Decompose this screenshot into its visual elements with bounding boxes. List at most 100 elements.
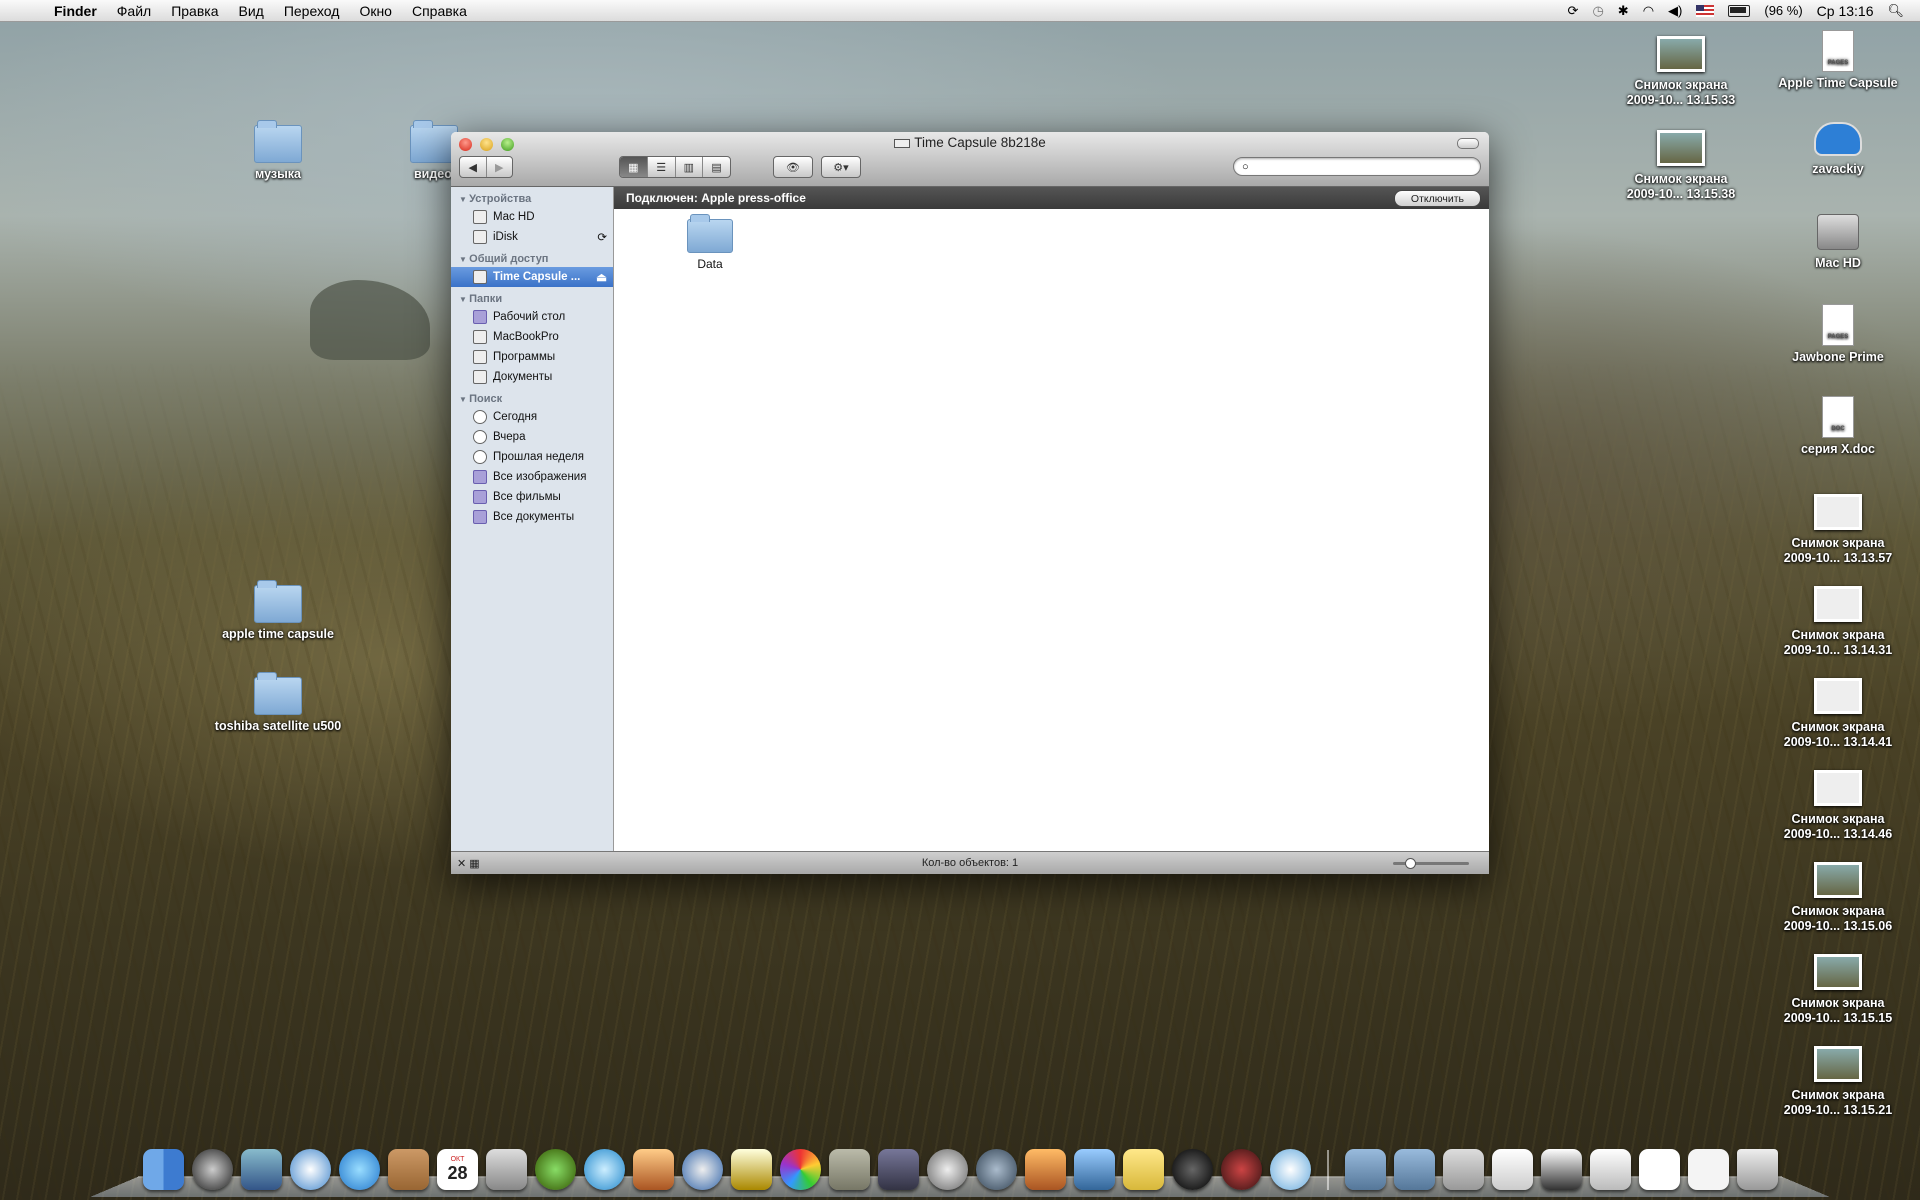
menu-clock[interactable]: Ср 13:16 bbox=[1817, 3, 1874, 19]
eject-icon[interactable]: ⏏ bbox=[596, 270, 607, 284]
sidebar-section-shared[interactable]: Общий доступ bbox=[451, 247, 613, 267]
sidebar-item-desktop[interactable]: Рабочий стол bbox=[451, 307, 613, 327]
menu-view[interactable]: Вид bbox=[239, 3, 264, 19]
quicklook-eye-button[interactable]: 👁 bbox=[774, 157, 812, 177]
sidebar-item-all-images[interactable]: Все изображения bbox=[451, 467, 613, 487]
dock-finder-icon[interactable] bbox=[143, 1149, 184, 1190]
battery-icon[interactable] bbox=[1728, 4, 1751, 17]
dock-dvd-icon[interactable] bbox=[1172, 1149, 1213, 1190]
desktop-screenshot-1[interactable]: Снимок экрана 2009-10... 13.15.33 bbox=[1616, 36, 1746, 108]
search-field[interactable]: ○ bbox=[1233, 157, 1481, 176]
dock-ichat-icon[interactable] bbox=[339, 1149, 380, 1190]
dock-documents-stack-icon[interactable] bbox=[1345, 1149, 1386, 1190]
battery-percent[interactable]: (96 %) bbox=[1764, 3, 1802, 18]
dock-picasa-icon[interactable] bbox=[780, 1149, 821, 1190]
sidebar-item-yesterday[interactable]: Вчера bbox=[451, 427, 613, 447]
dock-dashboard-icon[interactable] bbox=[192, 1149, 233, 1190]
desktop-screenshot-9[interactable]: Снимок экрана 2009-10... 13.15.21 bbox=[1773, 1046, 1903, 1118]
dock-numbers-icon[interactable] bbox=[1074, 1149, 1115, 1190]
sidebar-item-idisk[interactable]: iDisk ⟳ bbox=[451, 227, 613, 247]
list-view-button[interactable]: ☰ bbox=[648, 157, 676, 177]
desktop-doc-jawbone[interactable]: PAGES Jawbone Prime bbox=[1773, 304, 1903, 365]
dock-script-editor-icon[interactable] bbox=[976, 1149, 1017, 1190]
dock-imovie-icon[interactable] bbox=[731, 1149, 772, 1190]
desktop-folder-apple-time-capsule[interactable]: apple time capsule bbox=[213, 580, 343, 642]
dock-adium-icon[interactable] bbox=[535, 1149, 576, 1190]
menu-edit[interactable]: Правка bbox=[171, 3, 218, 19]
desktop-screenshot-7[interactable]: Снимок экрана 2009-10... 13.15.06 bbox=[1773, 862, 1903, 934]
dock-ical-icon[interactable]: ОКТ 28 bbox=[437, 1149, 478, 1190]
desktop-mac-hd[interactable]: Mac HD bbox=[1773, 212, 1903, 271]
sidebar-item-all-documents[interactable]: Все документы bbox=[451, 507, 613, 527]
desktop-folder-toshiba[interactable]: toshiba satellite u500 bbox=[213, 672, 343, 734]
sidebar-item-mac-hd[interactable]: Mac HD bbox=[451, 207, 613, 227]
dock-minimized-window-1[interactable] bbox=[1443, 1149, 1484, 1190]
dock-stickies-icon[interactable] bbox=[1123, 1149, 1164, 1190]
coverflow-view-button[interactable]: ▤ bbox=[703, 157, 730, 177]
disconnect-button[interactable]: Отключить bbox=[1393, 190, 1481, 207]
sidebar-item-documents[interactable]: Документы bbox=[451, 367, 613, 387]
toolbar-toggle-button[interactable] bbox=[1457, 138, 1479, 149]
sync-icon[interactable]: ⟳ bbox=[597, 230, 607, 244]
desktop-folder-music[interactable]: музыка bbox=[213, 120, 343, 182]
menu-help[interactable]: Справка bbox=[412, 3, 467, 19]
icon-size-slider[interactable] bbox=[1393, 858, 1469, 869]
sidebar-resize-icon[interactable]: ✕ ▦ bbox=[457, 857, 480, 870]
desktop-screenshot-2[interactable]: Снимок экрана 2009-10... 13.15.38 bbox=[1616, 130, 1746, 202]
sidebar-section-devices[interactable]: Устройства bbox=[451, 187, 613, 207]
file-item-data[interactable]: Data bbox=[670, 214, 750, 271]
desktop-screenshot-6[interactable]: Снимок экрана 2009-10... 13.14.46 bbox=[1773, 770, 1903, 842]
volume-icon[interactable]: ◀) bbox=[1668, 3, 1682, 19]
desktop-idisk-zavackiy[interactable]: zavackiy bbox=[1773, 118, 1903, 177]
dock-keynote-icon[interactable] bbox=[1025, 1149, 1066, 1190]
dock-itunes-icon[interactable] bbox=[584, 1149, 625, 1190]
sidebar-item-time-capsule[interactable]: Time Capsule ... ⏏ bbox=[451, 267, 613, 287]
dock-document-icon-1[interactable] bbox=[1639, 1149, 1680, 1190]
sidebar-section-search[interactable]: Поиск bbox=[451, 387, 613, 407]
icon-view-button[interactable]: ▦ bbox=[620, 157, 648, 177]
desktop-screenshot-8[interactable]: Снимок экрана 2009-10... 13.15.15 bbox=[1773, 954, 1903, 1026]
dock-document-icon-2[interactable] bbox=[1688, 1149, 1729, 1190]
menu-finder[interactable]: Finder bbox=[54, 3, 97, 19]
dock-address-book-icon[interactable] bbox=[388, 1149, 429, 1190]
dock-instruments-icon[interactable] bbox=[1221, 1149, 1262, 1190]
dock-iweb-icon[interactable] bbox=[829, 1149, 870, 1190]
desktop-folder-video[interactable]: видео bbox=[370, 120, 460, 182]
wifi-icon[interactable]: ◠ bbox=[1643, 3, 1654, 19]
desktop-doc-apple-time-capsule[interactable]: PAGES Apple Time Capsule bbox=[1773, 30, 1903, 91]
desktop-screenshot-5[interactable]: Снимок экрана 2009-10... 13.14.41 bbox=[1773, 678, 1903, 750]
search-input[interactable] bbox=[1248, 159, 1480, 174]
sidebar-item-past-week[interactable]: Прошлая неделя bbox=[451, 447, 613, 467]
menu-go[interactable]: Переход bbox=[284, 3, 340, 19]
sidebar-item-today[interactable]: Сегодня bbox=[451, 407, 613, 427]
dock-downloads-stack-icon[interactable] bbox=[1394, 1149, 1435, 1190]
desktop-doc-series-x[interactable]: DOC серия X.doc bbox=[1773, 396, 1903, 457]
dock-minimized-window-2[interactable] bbox=[1492, 1149, 1533, 1190]
dock-preview-icon[interactable] bbox=[486, 1149, 527, 1190]
dock-spaces-icon[interactable] bbox=[878, 1149, 919, 1190]
dock-minimized-window-4[interactable] bbox=[1590, 1149, 1631, 1190]
time-machine-icon[interactable]: ◷ bbox=[1592, 3, 1603, 19]
dock-system-preferences-icon[interactable] bbox=[927, 1149, 968, 1190]
dock-trash-icon[interactable] bbox=[1737, 1149, 1778, 1190]
dock-minimized-window-3[interactable] bbox=[1541, 1149, 1582, 1190]
action-gear-button[interactable]: ⚙▾ bbox=[822, 157, 860, 177]
sidebar-item-all-movies[interactable]: Все фильмы bbox=[451, 487, 613, 507]
sidebar-item-home[interactable]: MacBookPro bbox=[451, 327, 613, 347]
dock-dvd-player-icon[interactable] bbox=[682, 1149, 723, 1190]
dock-mail-icon[interactable] bbox=[241, 1149, 282, 1190]
sidebar-section-places[interactable]: Папки bbox=[451, 287, 613, 307]
sync-icon[interactable]: ⟳ bbox=[1568, 3, 1579, 19]
back-button[interactable]: ◀ bbox=[460, 157, 487, 177]
desktop-screenshot-3[interactable]: Снимок экрана 2009-10... 13.13.57 bbox=[1773, 494, 1903, 566]
spotlight-icon[interactable]: 🔍︎ bbox=[1887, 3, 1904, 19]
forward-button[interactable]: ▶ bbox=[487, 157, 513, 177]
menu-file[interactable]: Файл bbox=[117, 3, 151, 19]
menu-window[interactable]: Окно bbox=[359, 3, 392, 19]
desktop-screenshot-4[interactable]: Снимок экрана 2009-10... 13.14.31 bbox=[1773, 586, 1903, 658]
dock-iphoto-icon[interactable] bbox=[633, 1149, 674, 1190]
dock-airport-icon[interactable] bbox=[1270, 1149, 1311, 1190]
input-source-flag-icon[interactable] bbox=[1696, 4, 1715, 17]
dock-safari-icon[interactable] bbox=[290, 1149, 331, 1190]
bluetooth-icon[interactable]: ✱ bbox=[1618, 3, 1629, 19]
